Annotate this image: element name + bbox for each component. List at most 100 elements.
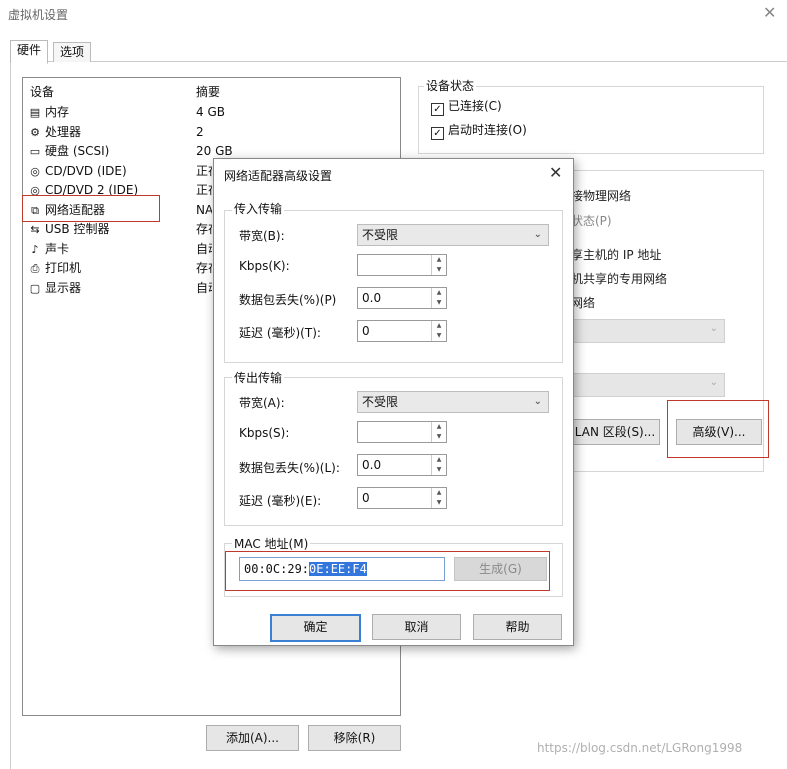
check-icon: ✓ xyxy=(431,127,444,140)
disk-icon: ▭ xyxy=(29,145,41,158)
bridged-option-label[interactable]: 接物理网络 xyxy=(571,187,631,204)
outgoing-latency-value: 0 xyxy=(362,491,370,505)
device-name: USB 控制器 xyxy=(45,222,110,236)
cpu-icon: ⚙ xyxy=(30,126,40,139)
mac-label: MAC 地址(M) xyxy=(232,535,311,552)
network-advanced-dialog: 网络适配器高级设置 ✕ 传入传输 带宽(B): 不受限 ⌄ Kbps(K): ▲… xyxy=(213,158,574,646)
add-device-button[interactable]: 添加(A)... xyxy=(206,725,299,751)
host-only-option-label[interactable]: 机共享的专用网络 xyxy=(571,270,667,287)
monitor-icon: ▢ xyxy=(29,282,41,295)
device-row-3[interactable]: ▭ 硬盘 (SCSI) xyxy=(27,142,110,160)
device-name: CD/DVD (IDE) xyxy=(45,164,127,178)
connect-on-start-checkbox[interactable]: ✓ 启动时连接(O) xyxy=(431,121,527,140)
device-summary: 存在 xyxy=(196,222,212,236)
spin-down-icon[interactable]: ▼ xyxy=(432,298,446,308)
chevron-down-icon: ⌄ xyxy=(533,396,542,407)
connected-checkbox[interactable]: ✓ 已连接(C) xyxy=(431,97,502,116)
cd-icon: ◎ xyxy=(30,165,40,178)
spin-down-icon[interactable]: ▼ xyxy=(432,265,446,275)
lan-segments-button[interactable]: LAN 区段(S)... xyxy=(571,419,660,445)
device-summary: 正在 xyxy=(196,183,212,197)
outgoing-kbps-stepper[interactable]: ▲ ▼ xyxy=(357,421,447,443)
tab-hardware[interactable]: 硬件 xyxy=(10,40,49,64)
remove-device-button[interactable]: 移除(R) xyxy=(308,725,401,751)
device-summary: 存在 xyxy=(196,261,212,275)
outgoing-loss-value: 0.0 xyxy=(362,458,382,472)
ok-button[interactable]: 确定 xyxy=(270,614,361,642)
device-row-8[interactable]: ♪ 声卡 xyxy=(27,240,69,258)
device-name: 处理器 xyxy=(45,125,82,139)
outgoing-bandwidth-label: 带宽(A): xyxy=(239,396,285,410)
device-summary: 自动 xyxy=(196,242,212,256)
spin-down-icon[interactable]: ▼ xyxy=(432,432,446,442)
outgoing-loss-label: 数据包丢失(%)(L): xyxy=(239,461,340,475)
device-row-10[interactable]: ▢ 显示器 xyxy=(27,279,81,297)
lan-segment-dropdown[interactable]: ⌄ xyxy=(571,373,725,397)
incoming-kbps-stepper[interactable]: ▲ ▼ xyxy=(357,254,447,276)
incoming-loss-label: 数据包丢失(%)(P) xyxy=(239,293,337,307)
device-name: 内存 xyxy=(45,105,70,119)
device-name: 硬盘 (SCSI) xyxy=(45,144,110,158)
spin-down-icon[interactable]: ▼ xyxy=(432,465,446,475)
outgoing-bandwidth-value: 不受限 xyxy=(362,395,399,409)
spin-up-icon[interactable]: ▲ xyxy=(432,455,446,465)
device-summary: 4 GB xyxy=(196,105,225,119)
usb-icon: ⇆ xyxy=(30,223,40,236)
mac-highlight xyxy=(225,551,550,591)
tab-options[interactable]: 选项 xyxy=(53,42,92,62)
device-name: 显示器 xyxy=(45,281,82,295)
watermark: https://blog.csdn.net/LGRong1998 xyxy=(537,741,743,755)
spin-up-icon[interactable]: ▲ xyxy=(432,288,446,298)
memory-icon: ▤ xyxy=(29,106,41,119)
device-row-1[interactable]: ▤ 内存 xyxy=(27,103,69,121)
device-summary: 2 xyxy=(196,125,204,139)
device-summary: NAT xyxy=(196,203,212,217)
help-button[interactable]: 帮助 xyxy=(473,614,562,640)
custom-network-dropdown[interactable]: ⌄ xyxy=(571,319,725,343)
device-row-9[interactable]: ⎙ 打印机 xyxy=(27,259,81,277)
outgoing-loss-stepper[interactable]: 0.0 ▲ ▼ xyxy=(357,454,447,476)
spin-up-icon[interactable]: ▲ xyxy=(432,422,446,432)
incoming-bandwidth-value: 不受限 xyxy=(362,228,399,242)
device-row-2[interactable]: ⚙ 处理器 xyxy=(27,123,81,141)
spin-up-icon[interactable]: ▲ xyxy=(432,255,446,265)
spin-down-icon[interactable]: ▼ xyxy=(432,498,446,508)
incoming-loss-value: 0.0 xyxy=(362,291,382,305)
device-row-4[interactable]: ◎ CD/DVD (IDE) xyxy=(27,162,127,180)
nat-option-label[interactable]: 享主机的 IP 地址 xyxy=(571,246,661,263)
custom-option-label[interactable]: 网络 xyxy=(571,294,595,311)
replicate-state-label[interactable]: 状态(P) xyxy=(571,212,612,229)
window-close-icon[interactable]: ✕ xyxy=(763,3,776,22)
outgoing-kbps-label: Kbps(S): xyxy=(239,426,290,440)
spin-down-icon[interactable]: ▼ xyxy=(432,331,446,341)
spin-up-icon[interactable]: ▲ xyxy=(432,488,446,498)
chevron-down-icon: ⌄ xyxy=(709,377,718,388)
cancel-button[interactable]: 取消 xyxy=(372,614,461,640)
device-status-label: 设备状态 xyxy=(424,77,477,94)
incoming-bandwidth-label: 带宽(B): xyxy=(239,229,285,243)
incoming-bandwidth-dropdown[interactable]: 不受限 ⌄ xyxy=(357,224,549,246)
window-title: 虚拟机设置 xyxy=(8,8,69,22)
incoming-kbps-label: Kbps(K): xyxy=(239,259,290,273)
device-row-7[interactable]: ⇆ USB 控制器 xyxy=(27,220,109,238)
device-name: 声卡 xyxy=(45,242,70,256)
device-summary: 自动 xyxy=(196,281,212,295)
chevron-down-icon: ⌄ xyxy=(533,229,542,240)
outgoing-bandwidth-dropdown[interactable]: 不受限 ⌄ xyxy=(357,391,549,413)
spin-up-icon[interactable]: ▲ xyxy=(432,321,446,331)
incoming-latency-value: 0 xyxy=(362,324,370,338)
outgoing-latency-label: 延迟 (毫秒)(E): xyxy=(239,494,322,508)
dialog-close-icon[interactable]: ✕ xyxy=(549,163,562,182)
incoming-loss-stepper[interactable]: 0.0 ▲ ▼ xyxy=(357,287,447,309)
device-column-header: 设备 xyxy=(30,85,55,99)
speaker-icon: ♪ xyxy=(31,243,39,256)
summary-column-header: 摘要 xyxy=(196,85,221,99)
outgoing-label: 传出传输 xyxy=(232,369,285,386)
incoming-latency-stepper[interactable]: 0 ▲ ▼ xyxy=(357,320,447,342)
connect-on-start-label: 启动时连接(O) xyxy=(448,123,527,137)
advanced-button-highlight xyxy=(667,400,769,458)
device-name: 打印机 xyxy=(45,261,82,275)
device-summary: 正在 xyxy=(196,164,212,178)
chevron-down-icon: ⌄ xyxy=(709,323,718,334)
outgoing-latency-stepper[interactable]: 0 ▲ ▼ xyxy=(357,487,447,509)
